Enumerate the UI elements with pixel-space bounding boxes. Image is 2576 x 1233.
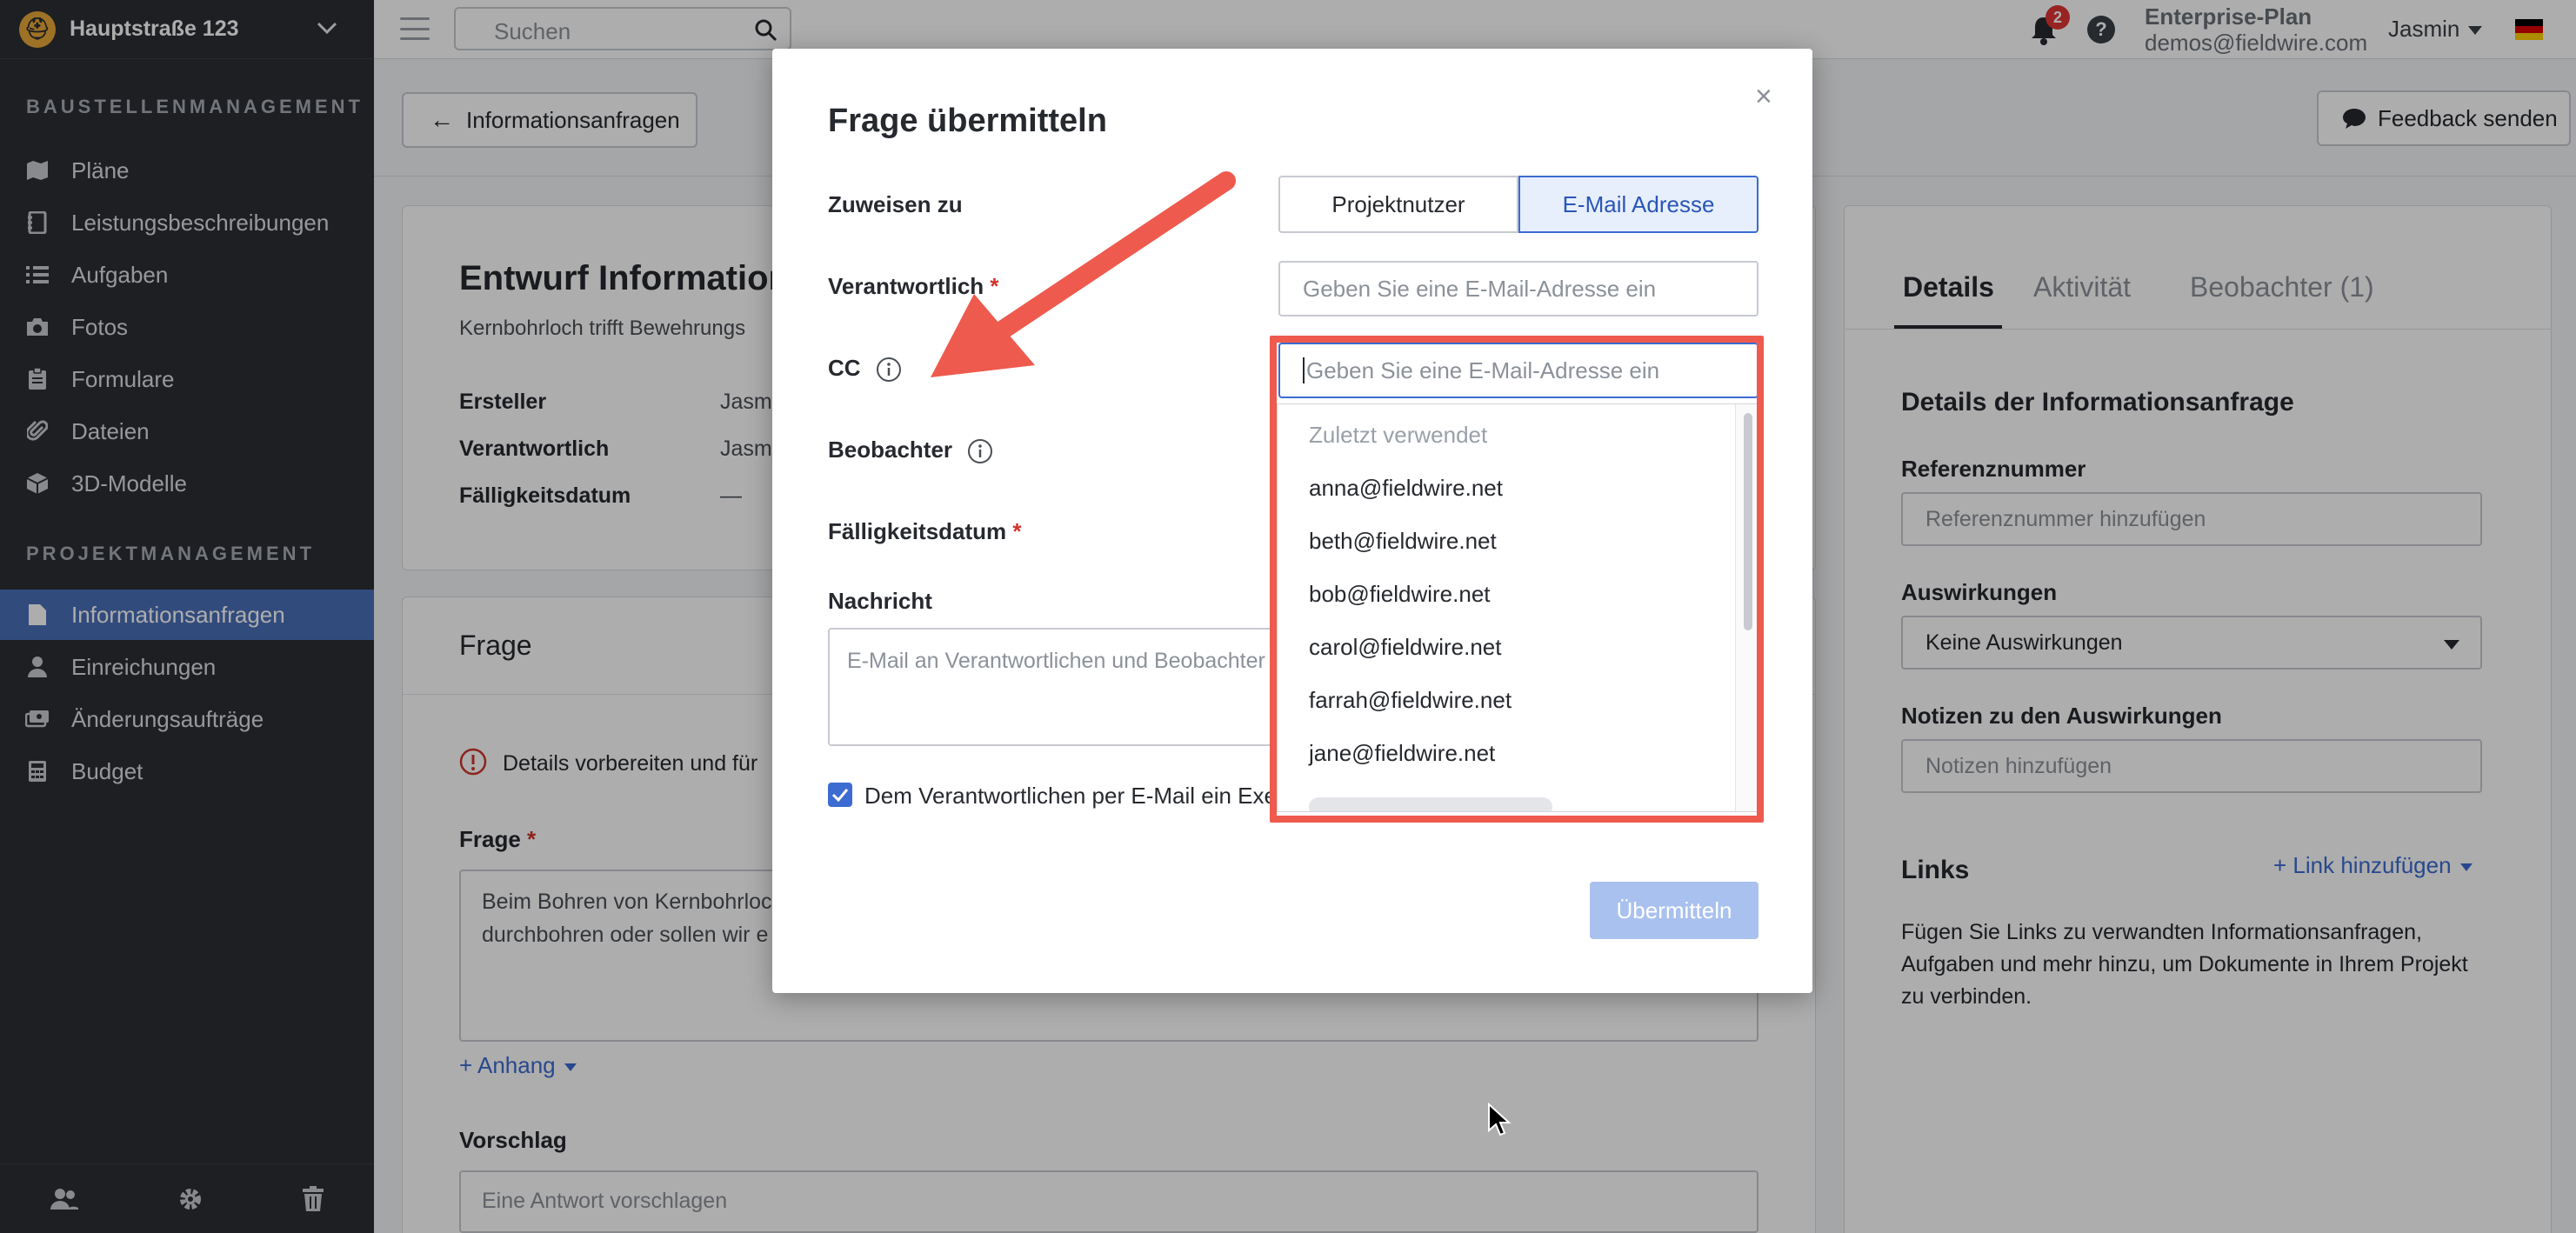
info-icon[interactable]: [876, 357, 902, 383]
assign-toggle: Projektnutzer E-Mail Adresse: [1278, 176, 1758, 233]
message-placeholder: E-Mail an Verantwortlichen und Beobachte…: [847, 649, 1265, 673]
info-icon[interactable]: [967, 438, 993, 464]
required-marker: *: [1012, 518, 1022, 544]
due-label: Fälligkeitsdatum *: [828, 518, 1022, 545]
responsible-placeholder: Geben Sie eine E-Mail-Adresse ein: [1303, 275, 1657, 302]
mouse-cursor-icon: [1488, 1103, 1512, 1136]
message-label: Nachricht: [828, 588, 932, 614]
assign-option-project-users[interactable]: Projektnutzer: [1278, 176, 1518, 233]
send-copy-checkbox[interactable]: [828, 783, 852, 807]
checkmark-icon: [831, 789, 849, 802]
responsible-email-input[interactable]: Geben Sie eine E-Mail-Adresse ein: [1278, 261, 1758, 317]
observer-label: Beobachter: [828, 437, 993, 464]
dialog-title: Frage übermitteln: [828, 103, 1107, 139]
send-copy-label: Dem Verantwortlichen per E-Mail ein Exem: [864, 783, 1296, 809]
message-textarea[interactable]: E-Mail an Verantwortlichen und Beobachte…: [828, 628, 1315, 746]
observer-label-text: Beobachter: [828, 437, 953, 463]
assign-option-email[interactable]: E-Mail Adresse: [1518, 176, 1758, 233]
annotation-highlight-box: [1270, 336, 1764, 823]
submit-button[interactable]: Übermitteln: [1590, 882, 1758, 939]
close-icon[interactable]: ×: [1755, 80, 1772, 114]
cc-label-text: CC: [828, 355, 861, 381]
due-label-text: Fälligkeitsdatum: [828, 518, 1007, 544]
annotation-arrow-icon: [931, 171, 1236, 377]
cc-label: CC: [828, 355, 902, 383]
